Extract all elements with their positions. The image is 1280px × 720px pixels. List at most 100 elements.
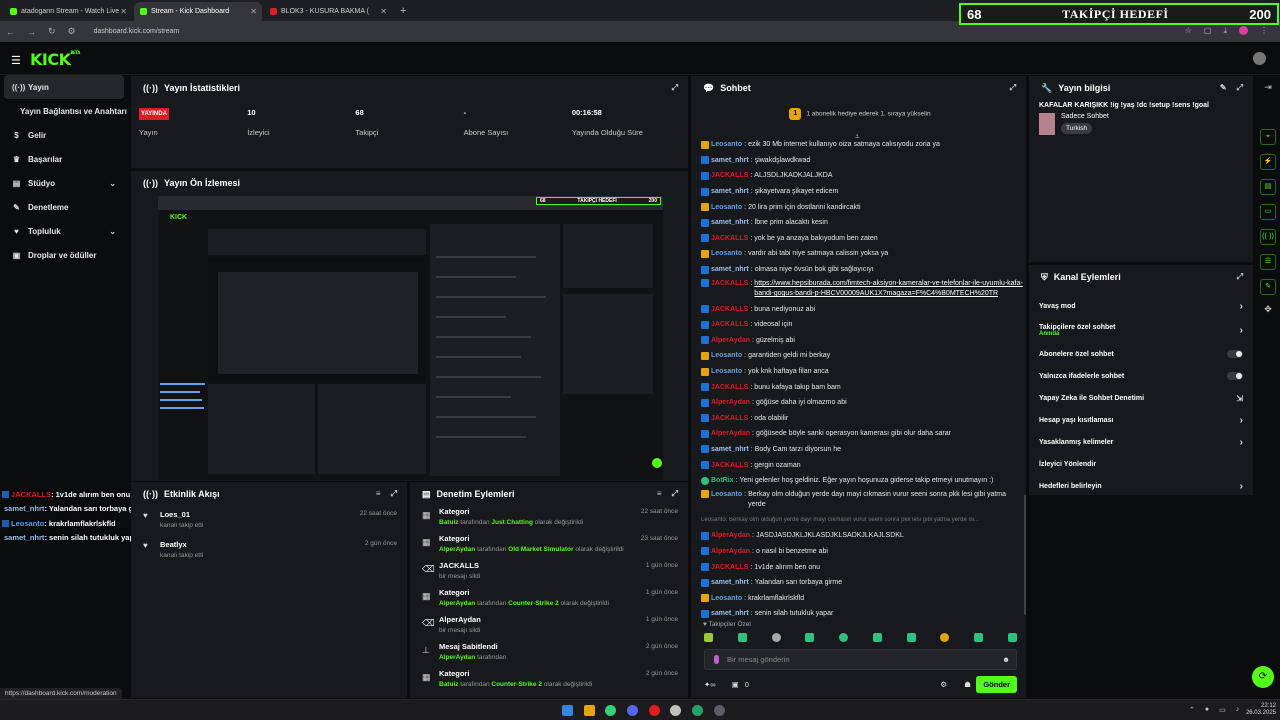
sidebar-item-achievements[interactable]: ♛ Başarılar [0, 147, 128, 171]
broadcast-icon[interactable]: ((·)) [1260, 229, 1276, 245]
chevron-right-icon[interactable]: › [1240, 301, 1243, 312]
sidebar-item-stream-key[interactable]: Yayın Bağlantısı ve Anahtarı [0, 99, 128, 123]
chat-username[interactable]: AlperAydan [711, 337, 750, 344]
browser-tab-0[interactable]: atadogann Stream - Watch Live ✕ [4, 2, 132, 21]
chat-username[interactable]: samet_nhrt [711, 219, 749, 226]
opera-icon[interactable] [649, 705, 660, 716]
chat-username[interactable]: AlperAydan [711, 399, 750, 406]
toggle-switch[interactable] [1227, 350, 1243, 358]
channel-action-item[interactable]: Abonelere özel sohbet [1029, 343, 1253, 365]
external-link-icon[interactable]: ⇲ [1236, 394, 1243, 403]
chat-username[interactable]: JACKALLS [711, 235, 748, 242]
chat-username[interactable]: JACKALLS [711, 172, 748, 179]
chat-username[interactable]: samet_nhrt [711, 579, 749, 586]
sidebar-item-revenue[interactable]: $ Gelir [0, 123, 128, 147]
chrome-icon[interactable] [605, 705, 616, 716]
filter-icon[interactable]: ≡ [657, 489, 662, 499]
moderation-actor[interactable]: Batuiz [439, 681, 459, 688]
close-icon[interactable]: ✕ [250, 7, 257, 16]
tray-app-icon[interactable]: ● [1205, 706, 1209, 714]
moderation-actor[interactable]: AlperAydan [439, 600, 475, 607]
app-icon[interactable] [670, 705, 681, 716]
edit-pencil-icon[interactable]: ✎ [1220, 83, 1227, 93]
extensions-icon[interactable]: ▢ [1204, 26, 1212, 36]
channel-action-item[interactable]: Yasaklanmış kelimeler › [1029, 431, 1253, 453]
chevron-right-icon[interactable]: › [1240, 325, 1243, 336]
menu-dots-icon[interactable]: ⋮ [1260, 26, 1268, 36]
chat-username[interactable]: Leosanto [711, 490, 742, 500]
chat-username[interactable]: JACKALLS [711, 415, 748, 422]
channel-action-item[interactable]: Yalnızca ifadelerle sohbet [1029, 365, 1253, 387]
wrench-icon[interactable]: ✎ [1260, 279, 1276, 295]
list-icon[interactable]: ☰ [1260, 254, 1276, 270]
expand-icon[interactable]: ⤢ [1010, 83, 1016, 93]
chat-username[interactable]: JACKALLS [711, 384, 748, 391]
chat-username[interactable]: samet_nhrt [711, 610, 749, 617]
chat-username[interactable]: Leosanto [711, 141, 742, 148]
moderation-target[interactable]: Counter-Strike 2 [508, 600, 559, 607]
site-info-icon[interactable]: ⚙ [68, 26, 76, 37]
user-avatar[interactable] [1253, 52, 1266, 65]
chat-username[interactable]: JACKALLS [711, 462, 748, 469]
channel-action-item[interactable]: Hesap yaşı kısıtlaması › [1029, 409, 1253, 431]
bot-icon[interactable]: ☗ [964, 680, 971, 689]
crosshair-icon[interactable]: ⌖ [1260, 129, 1276, 145]
url-field[interactable]: dashboard.kick.com/stream [94, 28, 180, 35]
chat-username[interactable]: Leosanto [711, 204, 742, 211]
emote-icon[interactable] [805, 633, 815, 642]
chat-username[interactable]: AlperAydan [711, 548, 750, 555]
profile-avatar[interactable] [1239, 26, 1248, 35]
volume-icon[interactable]: ♪ [1236, 706, 1240, 714]
tray-chevron-icon[interactable]: ⌃ [1189, 706, 1195, 714]
network-icon[interactable]: ▭ [1219, 706, 1226, 714]
emote-icon[interactable] [839, 633, 849, 642]
reload-icon[interactable]: ↻ [48, 26, 56, 37]
chat-username[interactable]: BotRix [711, 477, 734, 484]
toggle-switch[interactable] [1227, 372, 1243, 380]
chat-username[interactable]: samet_nhrt [711, 188, 749, 195]
moderation-actor[interactable]: AlperAydan [439, 654, 475, 661]
expand-icon[interactable]: ⤢ [672, 83, 678, 93]
points-icon[interactable]: ✦∞ [704, 680, 716, 689]
send-button[interactable]: Gönder [976, 676, 1017, 693]
sub-gift-banner[interactable]: 1 1 abonelik hediye ederek 1. sıraya yüks… [700, 108, 1020, 120]
channel-action-item[interactable]: İzleyici Yönlendir [1029, 453, 1253, 475]
emote-icon[interactable] [737, 633, 747, 642]
chat-scrollbar[interactable] [1024, 495, 1026, 615]
channel-action-item[interactable]: Takipçilere özel sohbet Anında › [1029, 317, 1253, 343]
moderation-actor[interactable]: AlperAydan [439, 546, 475, 553]
chat-username[interactable]: JACKALLS [711, 321, 748, 328]
channel-action-item[interactable]: Yapay Zeka ile Sohbet Denetimi ⇲ [1029, 387, 1253, 409]
expand-icon[interactable]: ⤢ [1237, 83, 1243, 93]
gift-icon[interactable]: ▣ [732, 680, 739, 689]
chevron-right-icon[interactable]: › [1240, 481, 1243, 492]
chat-username[interactable]: samet_nhrt [711, 266, 749, 273]
kick-logo[interactable]: KICKBETA [30, 50, 80, 69]
emote-icon[interactable] [771, 633, 781, 642]
chat-link[interactable]: https://www.hepsiburada.com/fimtech-aksi… [754, 279, 1024, 299]
expand-icon[interactable]: ⤢ [1237, 272, 1243, 282]
file-explorer-icon[interactable] [584, 705, 595, 716]
new-tab-button[interactable]: + [394, 2, 412, 21]
stream-preview-video[interactable]: 68 TAKİPÇİ HEDEFİ 200 KICK [158, 196, 663, 480]
chevron-right-icon[interactable]: › [1240, 415, 1243, 426]
chat-username[interactable]: Leosanto [711, 595, 742, 602]
browser-tab-2[interactable]: BLOK3 - KUSURA BAKMA (✕ [264, 2, 392, 21]
moderation-target[interactable]: Just Chatting [491, 519, 533, 526]
download-icon[interactable]: ⤓ [1223, 26, 1227, 36]
microphone-icon[interactable] [714, 655, 719, 664]
sidebar-item-moderation[interactable]: ✎ Denetleme [0, 195, 128, 219]
chat-icon[interactable]: ▭ [1260, 204, 1276, 220]
chat-username[interactable]: JACKALLS [711, 279, 748, 289]
fab-button[interactable]: ⟳ [1252, 666, 1274, 688]
sidebar-item-drops[interactable]: ▣ Droplar ve ödüller [0, 243, 128, 267]
chevron-right-icon[interactable]: › [1240, 437, 1243, 448]
sidebar-item-studio[interactable]: ▤ Stüdyo ⌄ [0, 171, 128, 195]
expand-icon[interactable]: ⤢ [672, 489, 678, 499]
moderation-actor[interactable]: Batuiz [439, 519, 459, 526]
emoji-icon[interactable]: ☻ [1002, 655, 1010, 664]
chat-username[interactable]: samet_nhrt [711, 446, 749, 453]
browser-tab-1[interactable]: Stream - Kick Dashboard ✕ [134, 2, 262, 21]
chat-username[interactable]: samet_nhrt [711, 157, 749, 164]
sidebar-item-stream[interactable]: ((·)) Yayın [4, 75, 124, 99]
